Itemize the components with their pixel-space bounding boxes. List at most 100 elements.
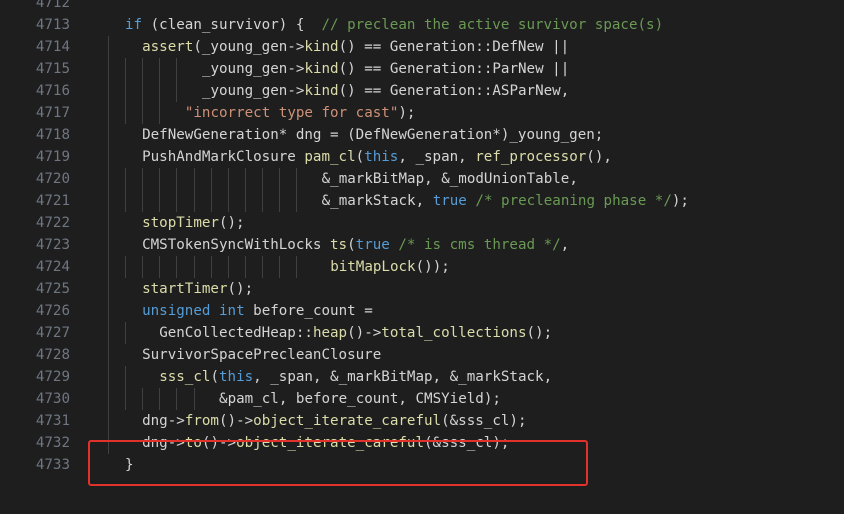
code-token: kind bbox=[304, 39, 339, 55]
code-line[interactable]: 4717 "incorrect type for cast"); bbox=[0, 102, 844, 124]
code-text: if (clean_survivor) { // preclean the ac… bbox=[125, 14, 663, 36]
code-text: CMSTokenSyncWithLocks ts(true /* is cms … bbox=[142, 234, 569, 256]
code-token: (&sss_cl); bbox=[441, 413, 527, 429]
code-text: startTimer(); bbox=[142, 278, 253, 300]
line-number: 4732 bbox=[35, 435, 70, 451]
line-number: 4715 bbox=[35, 61, 70, 77]
code-text: &pam_cl, before_count, CMSYield); bbox=[219, 388, 501, 410]
code-line[interactable]: 4713 if (clean_survivor) { // preclean th… bbox=[0, 14, 844, 36]
code-token: ()-> bbox=[218, 413, 254, 429]
code-text: PushAndMarkClosure pam_cl(this, _span, r… bbox=[142, 146, 612, 168]
code-token: (_young_gen-> bbox=[193, 39, 305, 55]
code-token: ()-> bbox=[347, 325, 382, 341]
line-number: 4716 bbox=[35, 83, 70, 99]
code-line[interactable]: 4714 assert(_young_gen->kind() == Generat… bbox=[0, 36, 844, 58]
code-line[interactable]: 4712 bbox=[0, 0, 844, 14]
code-text: GenCollectedHeap::heap()->total_collecti… bbox=[159, 322, 552, 344]
code-token: GenCollectedHeap:: bbox=[159, 325, 313, 341]
code-token: ts bbox=[330, 237, 348, 253]
code-token: DefNewGeneration* dng = (DefNewGeneratio… bbox=[142, 127, 604, 143]
line-number: 4733 bbox=[35, 457, 70, 473]
code-text: _young_gen->kind() == Generation::ParNew… bbox=[202, 58, 569, 80]
code-line[interactable]: 4715 _young_gen->kind() == Generation::Pa… bbox=[0, 58, 844, 80]
code-token: &_markBitMap, &_modUnionTable, bbox=[321, 171, 578, 187]
code-token: startTimer bbox=[142, 281, 228, 297]
code-token: , _span, &_markBitMap, &_markStack, bbox=[253, 369, 553, 385]
line-number: 4723 bbox=[35, 237, 70, 253]
line-number: 4731 bbox=[35, 413, 70, 429]
code-token: assert bbox=[142, 39, 194, 55]
code-line[interactable]: 4726 unsigned int before_count = bbox=[0, 300, 844, 322]
code-token: ); bbox=[671, 193, 689, 209]
code-line[interactable]: 4716 _young_gen->kind() == Generation::AS… bbox=[0, 80, 844, 102]
code-token: SurvivorSpacePrecleanClosure bbox=[142, 347, 382, 363]
code-line[interactable]: 4722 stopTimer(); bbox=[0, 212, 844, 234]
code-token: PushAndMarkClosure bbox=[142, 149, 305, 165]
line-number: 4729 bbox=[35, 369, 70, 385]
code-text: bitMapLock()); bbox=[330, 256, 450, 278]
line-number: 4727 bbox=[35, 325, 70, 341]
code-token: object_iterate_careful bbox=[253, 413, 442, 429]
code-token: (clean_survivor) { bbox=[142, 17, 322, 33]
code-text: &_markStack, true /* precleaning phase *… bbox=[322, 190, 689, 212]
code-text: stopTimer(); bbox=[142, 212, 245, 234]
code-token: (); bbox=[227, 281, 254, 297]
line-number: 4724 bbox=[35, 259, 70, 275]
code-token: unsigned bbox=[142, 303, 211, 319]
line-number: 4719 bbox=[35, 149, 70, 165]
code-line[interactable]: 4721 &_markStack, true /* precleaning pha… bbox=[0, 190, 844, 212]
code-token: () == Generation::DefNew || bbox=[338, 39, 570, 55]
code-token: () == Generation::ParNew || bbox=[338, 61, 570, 77]
code-token: () == Generation::ASParNew, bbox=[338, 83, 570, 99]
line-number: 4725 bbox=[35, 281, 70, 297]
code-editor[interactable]: 4712 4713 if (clean_survivor) { // preclea… bbox=[0, 0, 844, 514]
code-line[interactable]: 4719 PushAndMarkClosure pam_cl(this, _spa… bbox=[0, 146, 844, 168]
code-token: (); bbox=[526, 325, 553, 341]
code-text: &_markBitMap, &_modUnionTable, bbox=[322, 168, 578, 190]
code-line[interactable]: 4723 CMSTokenSyncWithLocks ts(true /* is … bbox=[0, 234, 844, 256]
code-token: ()); bbox=[415, 259, 450, 275]
code-text: sss_cl(this, _span, &_markBitMap, &_mark… bbox=[159, 366, 552, 388]
code-text: assert(_young_gen->kind() == Generation:… bbox=[142, 36, 569, 58]
code-token: (), bbox=[586, 149, 612, 165]
line-number: 4714 bbox=[35, 39, 70, 55]
code-text: _young_gen->kind() == Generation::ASParN… bbox=[202, 80, 569, 102]
code-token: int bbox=[218, 303, 245, 319]
code-token: true bbox=[432, 193, 467, 209]
code-token: before_count = bbox=[244, 303, 373, 319]
code-token: ); bbox=[398, 105, 416, 121]
code-line[interactable]: 4725 startTimer(); bbox=[0, 278, 844, 300]
code-token: this bbox=[364, 149, 399, 165]
code-token: total_collections bbox=[381, 325, 527, 341]
code-line[interactable]: 4720 &_markBitMap, &_modUnionTable, bbox=[0, 168, 844, 190]
code-token: CMSTokenSyncWithLocks bbox=[142, 237, 331, 253]
code-line[interactable]: 4718 DefNewGeneration* dng = (DefNewGener… bbox=[0, 124, 844, 146]
code-line[interactable]: 4730 &pam_cl, before_count, CMSYield); bbox=[0, 388, 844, 410]
code-token: bitMapLock bbox=[330, 259, 416, 275]
code-token: kind bbox=[304, 61, 339, 77]
code-token: kind bbox=[304, 83, 339, 99]
code-token: ( bbox=[355, 149, 365, 165]
code-token: dng-> bbox=[142, 413, 185, 429]
line-number: 4713 bbox=[35, 17, 70, 33]
code-token: ( bbox=[347, 237, 356, 253]
code-token: stopTimer bbox=[142, 215, 219, 231]
code-token: (); bbox=[218, 215, 245, 231]
code-line[interactable]: 4729 sss_cl(this, _span, &_markBitMap, &_… bbox=[0, 366, 844, 388]
code-token: pam_cl bbox=[304, 149, 356, 165]
line-number: 4728 bbox=[35, 347, 70, 363]
code-token: true bbox=[355, 237, 390, 253]
code-line[interactable]: 4731 dng->from()->object_iterate_careful(… bbox=[0, 410, 844, 432]
code-line[interactable]: 4727 GenCollectedHeap::heap()->total_coll… bbox=[0, 322, 844, 344]
code-line[interactable]: 4724 bitMapLock()); bbox=[0, 256, 844, 278]
line-number: 4730 bbox=[35, 391, 70, 407]
code-token: ref_processor bbox=[475, 149, 587, 165]
code-token: _young_gen-> bbox=[201, 83, 305, 99]
code-token: this bbox=[218, 369, 254, 385]
code-token: /* precleaning phase */ bbox=[475, 193, 672, 209]
code-line[interactable]: 4728 SurvivorSpacePrecleanClosure bbox=[0, 344, 844, 366]
code-token: sss_cl bbox=[159, 369, 211, 385]
code-text: unsigned int before_count = bbox=[142, 300, 373, 322]
code-token: , _span, bbox=[398, 149, 476, 165]
